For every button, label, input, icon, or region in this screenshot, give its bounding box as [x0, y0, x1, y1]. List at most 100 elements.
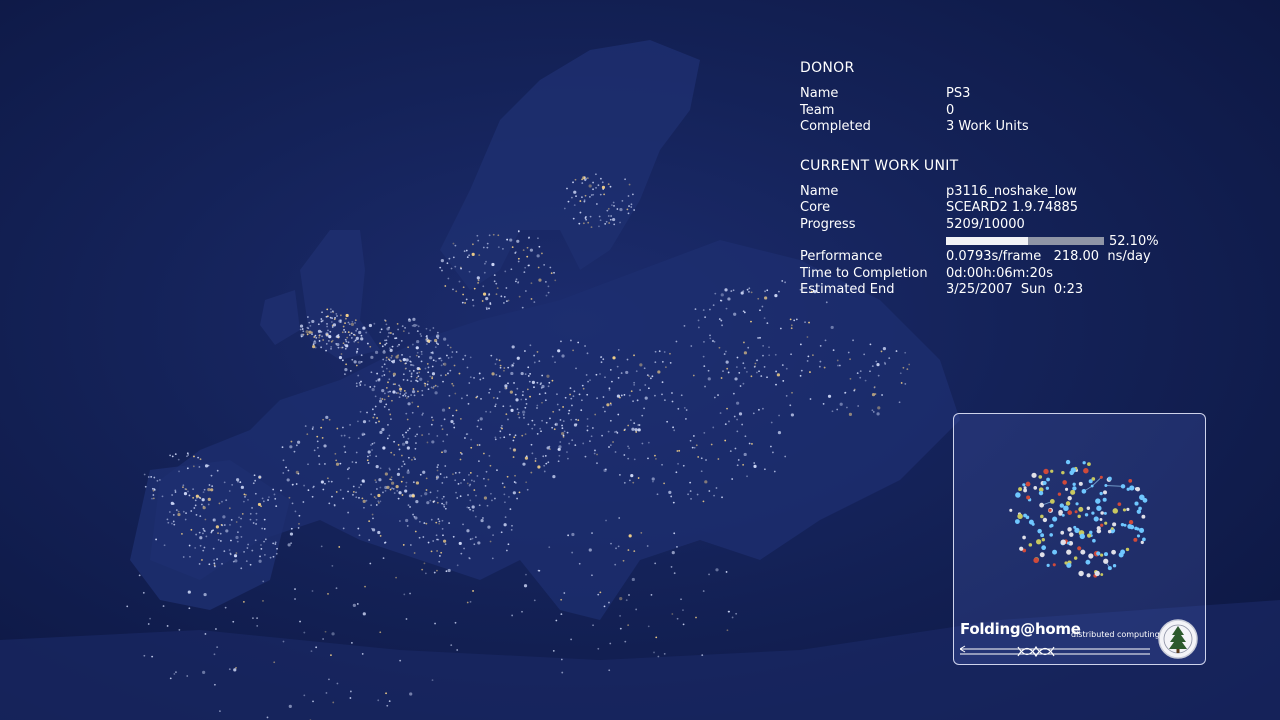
- wu-performance-value: 0.0793s/frame 218.00 ns/day: [946, 249, 1151, 264]
- city-light: [436, 538, 438, 541]
- city-light: [523, 271, 526, 274]
- city-light: [355, 329, 358, 332]
- city-light: [171, 455, 174, 458]
- atom: [1017, 513, 1023, 520]
- city-light: [444, 543, 447, 546]
- city-light: [499, 364, 502, 367]
- city-light: [551, 355, 554, 358]
- city-light: [490, 492, 492, 495]
- city-light: [241, 513, 244, 515]
- city-light: [272, 555, 275, 558]
- city-light: [753, 464, 757, 468]
- city-light: [616, 208, 619, 210]
- city-light: [643, 407, 645, 410]
- city-light: [600, 356, 602, 359]
- city-light: [479, 417, 483, 421]
- city-light: [390, 418, 392, 421]
- city-light: [335, 335, 338, 338]
- city-light: [677, 407, 680, 410]
- city-light: [447, 357, 450, 359]
- city-light: [469, 538, 472, 541]
- city-light: [753, 462, 756, 464]
- city-light: [619, 614, 621, 617]
- city-light: [631, 577, 635, 582]
- city-light: [386, 485, 390, 490]
- city-light: [446, 433, 449, 436]
- city-light: [320, 346, 323, 349]
- city-light: [846, 406, 848, 409]
- city-light: [543, 470, 546, 473]
- city-light: [482, 377, 485, 380]
- atom: [1046, 563, 1050, 567]
- city-light: [577, 341, 580, 344]
- city-light: [340, 434, 343, 437]
- city-light: [388, 468, 391, 471]
- city-light: [263, 540, 265, 543]
- city-light: [725, 360, 729, 364]
- city-light: [484, 484, 487, 487]
- city-light: [469, 356, 472, 359]
- city-light: [724, 423, 727, 426]
- city-light: [413, 552, 416, 554]
- city-light: [453, 426, 456, 429]
- city-light: [409, 592, 411, 595]
- city-light: [774, 294, 778, 298]
- city-light: [217, 532, 219, 535]
- city-light: [505, 549, 508, 552]
- city-light: [473, 543, 476, 546]
- atom: [1025, 481, 1031, 487]
- city-light: [436, 496, 438, 499]
- city-light: [479, 378, 482, 381]
- city-light: [182, 484, 185, 487]
- city-light: [746, 475, 748, 478]
- city-light: [342, 426, 344, 429]
- city-light: [367, 455, 369, 458]
- city-light: [230, 539, 232, 542]
- city-light: [563, 592, 566, 594]
- city-light: [466, 529, 470, 533]
- city-light: [335, 587, 338, 590]
- city-light: [573, 390, 576, 393]
- city-light: [268, 496, 270, 499]
- city-light: [630, 206, 633, 208]
- city-light: [436, 490, 439, 492]
- city-light: [312, 700, 314, 703]
- city-light: [748, 287, 751, 290]
- city-light: [735, 366, 738, 368]
- city-light: [671, 392, 673, 394]
- city-light: [480, 397, 482, 400]
- city-light: [547, 291, 550, 294]
- atom: [1052, 516, 1058, 522]
- city-light: [742, 310, 745, 313]
- city-light: [527, 366, 530, 369]
- city-light: [263, 528, 266, 530]
- city-light: [507, 366, 510, 369]
- city-light: [174, 489, 177, 492]
- city-light: [415, 500, 419, 504]
- city-light: [752, 412, 755, 415]
- city-light: [582, 442, 585, 445]
- city-light: [411, 401, 414, 404]
- city-light: [415, 346, 419, 350]
- city-light: [379, 399, 383, 403]
- city-light: [586, 418, 589, 420]
- city-light: [830, 325, 834, 330]
- city-light: [169, 677, 172, 680]
- ireland-landmass: [260, 290, 300, 345]
- city-light: [228, 490, 231, 492]
- city-light: [578, 393, 581, 396]
- city-light: [407, 318, 412, 322]
- city-light: [486, 504, 489, 507]
- city-light: [468, 474, 470, 476]
- city-light: [396, 322, 399, 325]
- atom: [1103, 490, 1107, 495]
- city-light: [545, 294, 548, 297]
- city-light: [174, 491, 177, 493]
- city-light: [399, 659, 402, 662]
- city-light: [661, 381, 664, 384]
- atom: [1077, 546, 1082, 551]
- city-light: [676, 546, 678, 548]
- city-light: [567, 457, 569, 460]
- city-light: [728, 420, 730, 423]
- city-light: [147, 623, 150, 625]
